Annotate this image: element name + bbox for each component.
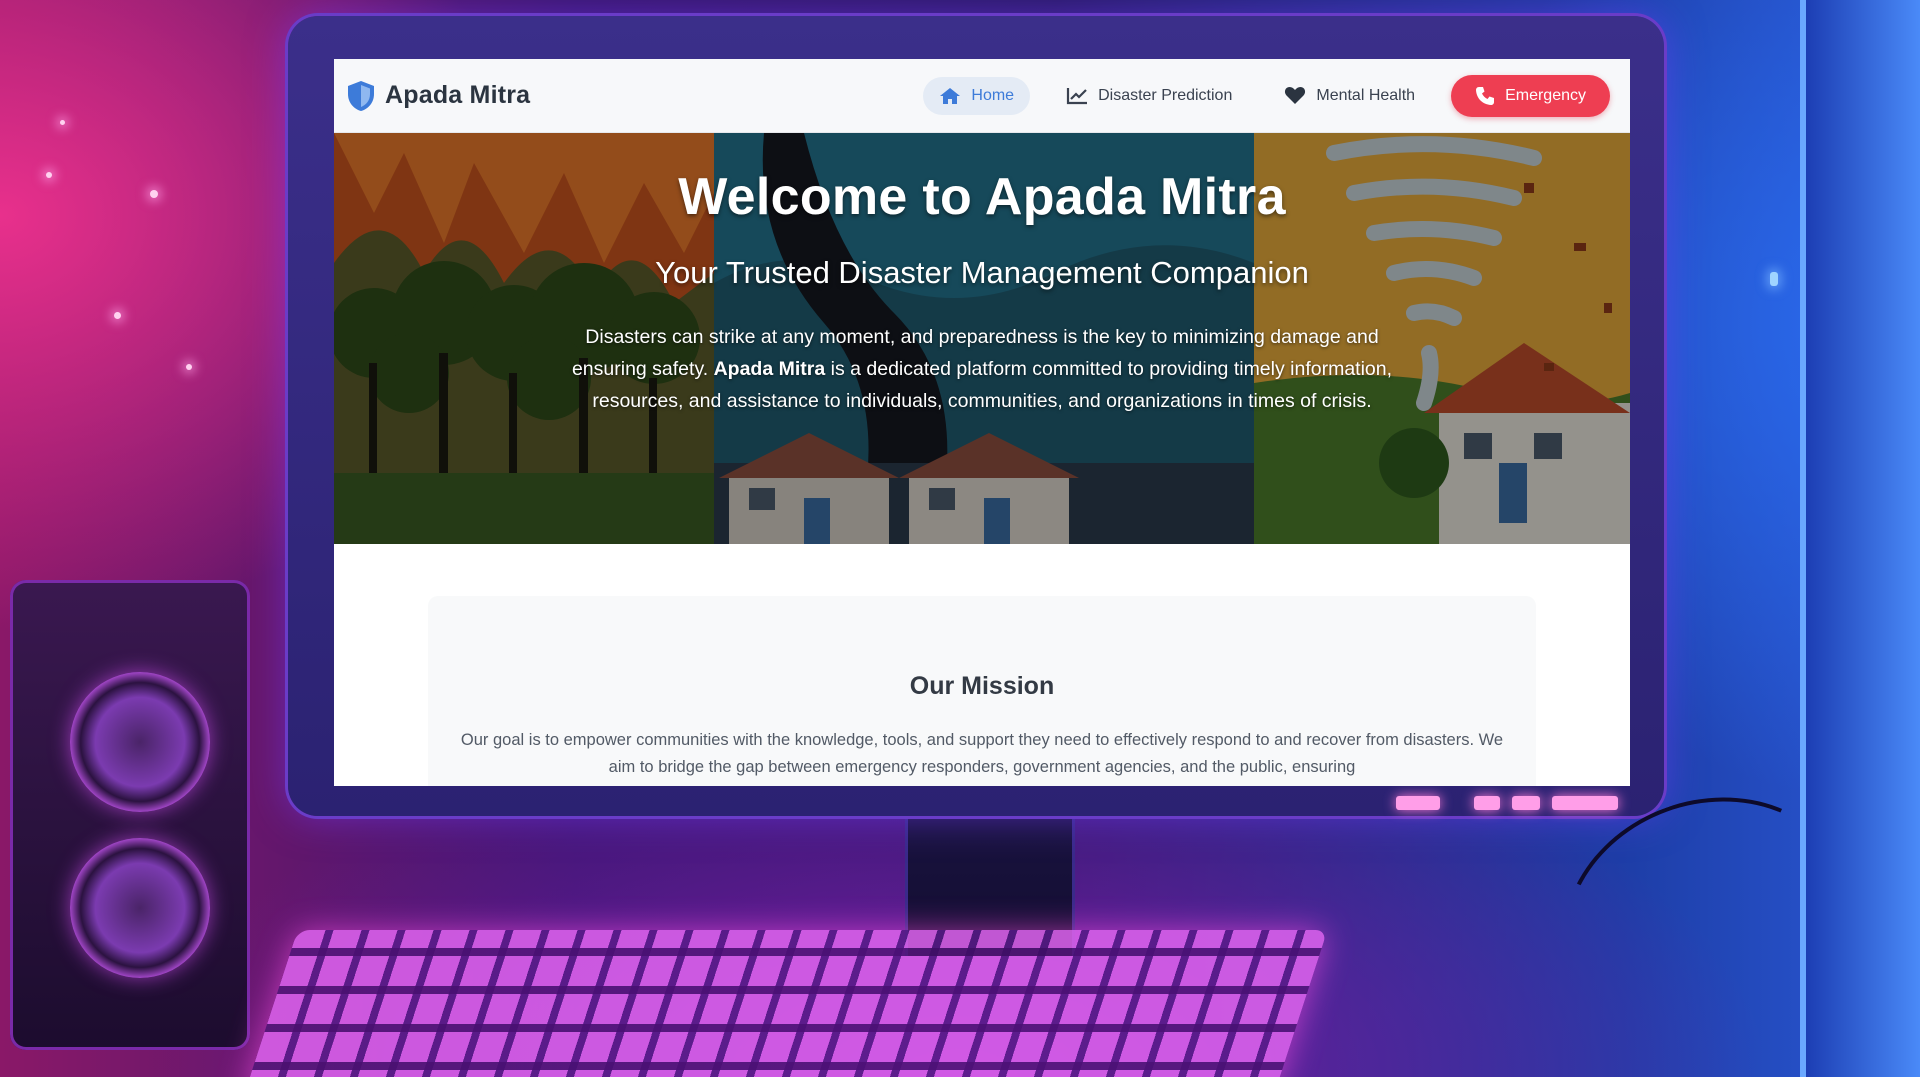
nav-home-label: Home (971, 86, 1015, 104)
nav-disaster-prediction[interactable]: Disaster Prediction (1050, 77, 1248, 115)
sparkle (1770, 272, 1778, 286)
hero-title: Welcome to Apada Mitra (678, 168, 1286, 226)
nav-disaster-prediction-label: Disaster Prediction (1098, 86, 1233, 104)
chart-line-icon (1066, 87, 1088, 105)
nav-mental-health-label: Mental Health (1316, 86, 1416, 104)
nav-mental-health[interactable]: Mental Health (1268, 76, 1431, 115)
website-screen: Apada Mitra Home Disaster Prediction Men… (334, 59, 1630, 786)
keyboard (242, 930, 1328, 1077)
speaker-woofer (70, 672, 210, 812)
navbar: Apada Mitra Home Disaster Prediction Men… (334, 59, 1630, 133)
nav-links: Home Disaster Prediction Mental Health E… (923, 74, 1610, 117)
nav-emergency-label: Emergency (1505, 86, 1586, 104)
mission-text: Our goal is to empower communities with … (460, 731, 1504, 776)
sparkle (186, 364, 192, 370)
hero-subtitle: Your Trusted Disaster Management Compani… (655, 255, 1309, 290)
monitor-led (1474, 796, 1500, 810)
nav-emergency-button[interactable]: Emergency (1451, 74, 1610, 117)
phone-icon (1475, 86, 1495, 106)
brand-name: Apada Mitra (385, 81, 531, 109)
mission-title: Our Mission (909, 672, 1055, 700)
home-icon (939, 87, 961, 105)
monitor-led (1552, 796, 1618, 810)
heart-icon (1284, 86, 1306, 105)
speaker-woofer (70, 838, 210, 978)
shield-icon (346, 80, 376, 112)
sparkle (114, 312, 121, 319)
mission-card: Our Mission Our goal is to empower commu… (428, 596, 1536, 786)
hero-content: Welcome to Apada Mitra Your Trusted Disa… (334, 133, 1630, 544)
brand[interactable]: Apada Mitra (346, 80, 530, 112)
mission-section: Our Mission Our goal is to empower commu… (334, 544, 1630, 786)
monitor-led (1396, 796, 1440, 810)
sparkle (46, 172, 52, 178)
hero-description-brand: Apada Mitra (713, 358, 826, 380)
speaker (10, 580, 250, 1050)
sparkle (150, 190, 158, 198)
sparkle (60, 120, 65, 125)
monitor-led (1512, 796, 1540, 810)
hero-description: Disasters can strike at any moment, and … (562, 321, 1402, 417)
hero-section: Welcome to Apada Mitra Your Trusted Disa… (334, 133, 1630, 544)
nav-home[interactable]: Home (923, 76, 1031, 115)
